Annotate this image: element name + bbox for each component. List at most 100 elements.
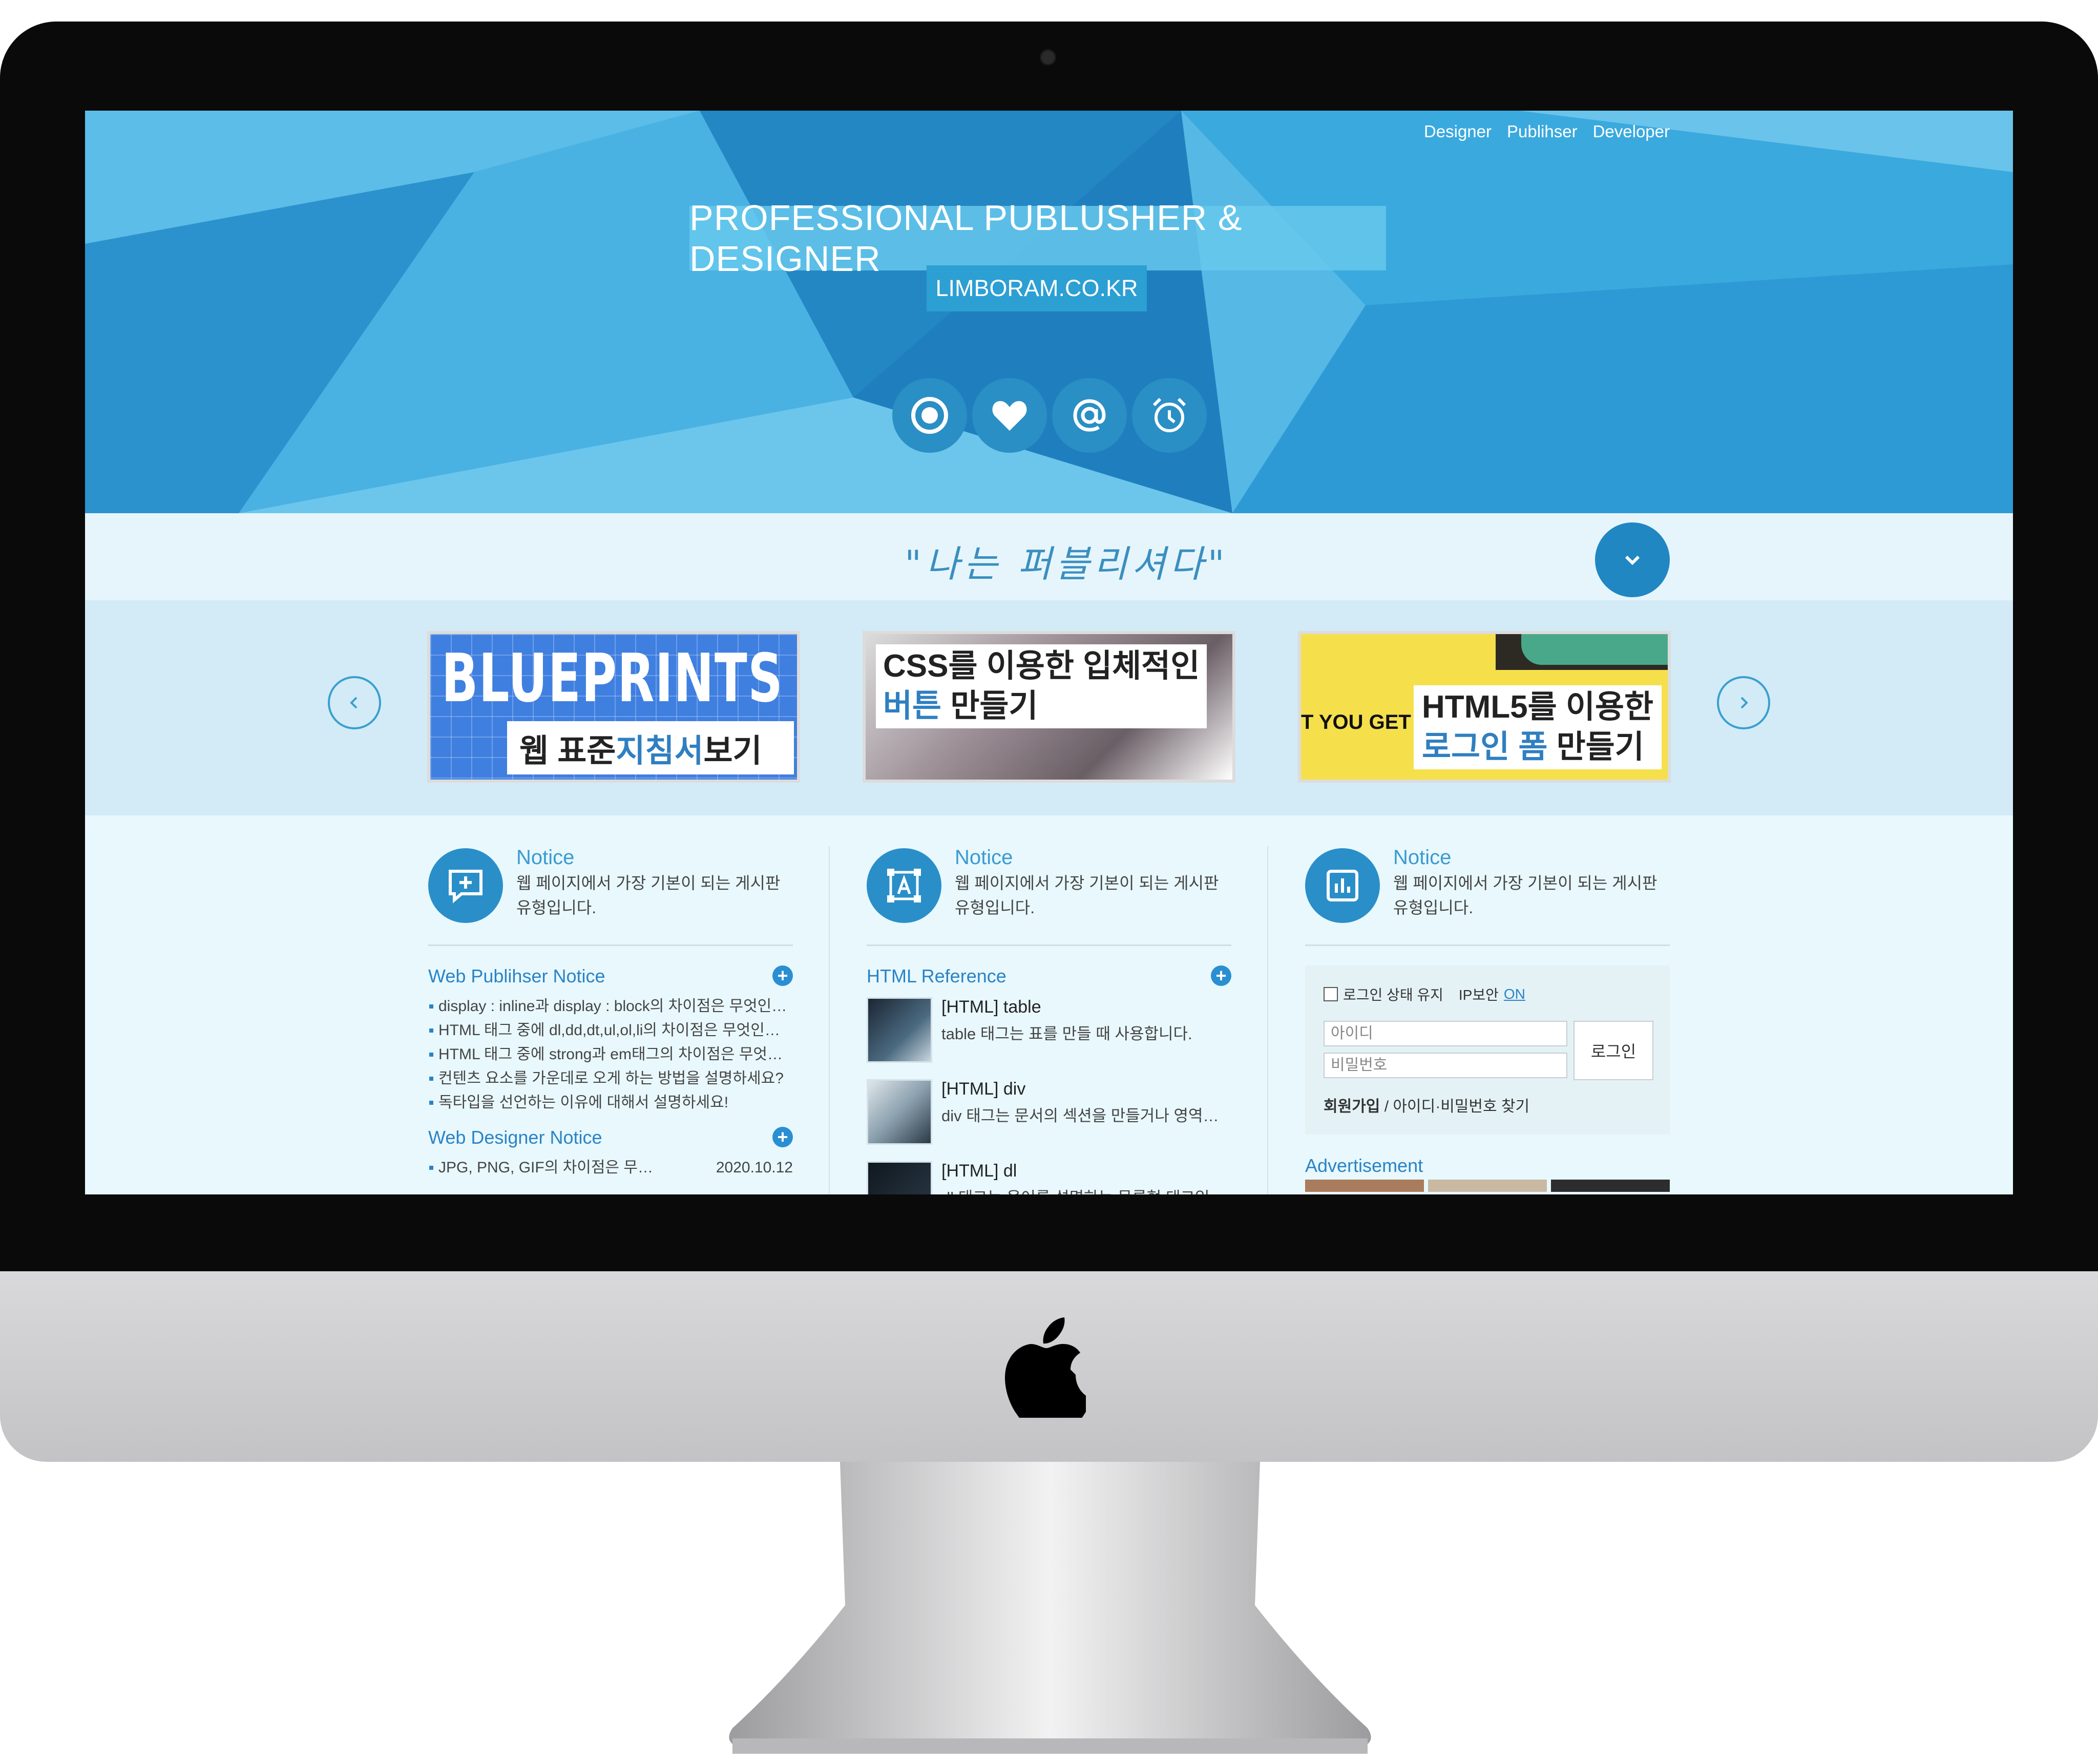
scroll-down-button[interactable] [1595, 522, 1670, 597]
banner-label-blue: 지침서 [616, 733, 704, 769]
banner-css-line1: CSS를 이용한 입체적인 [883, 648, 1200, 684]
banner-html5-line2: 로그인 폼 만들기 [1422, 727, 1653, 767]
target-icon [911, 397, 948, 434]
section-title: Web Designer Notice + [428, 1127, 793, 1151]
banner-html5-line2-blue: 로그인 폼 [1422, 729, 1548, 765]
more-plus-icon[interactable]: + [772, 965, 793, 986]
hero-section: Designer Publihser Developer PROFESSIONA… [85, 111, 2013, 513]
slogan-band: "나는 퍼블리셔다" [85, 513, 2013, 600]
banner-blueprints-label: 웹 표준 지침서 보기 [507, 721, 794, 774]
column-divider [829, 846, 830, 1194]
banner-css-button[interactable]: CSS를 이용한 입체적인 버튼 만들기 [863, 631, 1235, 783]
list-item[interactable]: HTML 태그 중에 strong과 em태그의 차이점은 무엇인가요? [428, 1042, 793, 1066]
find-account-link[interactable]: 아이디·비밀번호 찾기 [1393, 1098, 1529, 1115]
banner-css-label: CSS를 이용한 입체적인 버튼 만들기 [876, 644, 1207, 728]
column-html-reference: Notice 웹 페이지에서 가장 기본이 되는 게시판 유형입니다. HTML… [867, 846, 1233, 1194]
column-head-desc: 웹 페이지에서 가장 기본이 되는 게시판 유형입니다. [955, 874, 1219, 917]
login-links: 회원가입 / 아이디·비밀번호 찾기 [1324, 1094, 1529, 1116]
list-item[interactable]: 컨텐츠 요소를 가운데로 오게 하는 방법을 설명하세요? [428, 1066, 793, 1090]
nav-link-developer[interactable]: Developer [1593, 122, 1670, 141]
keep-login-label: 로그인 상태 유지 [1343, 987, 1443, 1003]
username-field[interactable]: 아이디 [1324, 1021, 1567, 1046]
monitor-stand [729, 1462, 1371, 1754]
column-head: Notice 웹 페이지에서 가장 기본이 되는 게시판 유형입니다. [428, 846, 793, 923]
add-comment-icon [449, 870, 482, 904]
section-title-text: HTML Reference [867, 965, 1006, 986]
ad-thumbnail[interactable] [1428, 1180, 1547, 1192]
slider-prev-button[interactable] [328, 676, 381, 729]
join-link[interactable]: 회원가입 [1324, 1098, 1380, 1115]
ad-thumbnail[interactable] [1551, 1180, 1670, 1192]
login-button[interactable]: 로그인 [1574, 1021, 1653, 1080]
advertisement-title: Advertisement [1305, 1155, 1423, 1176]
alarm-button[interactable] [1132, 378, 1207, 453]
list-item[interactable]: HTML 태그 중에 dl,dd,dt,ul,ol,li의 차이점은 무엇인가요… [428, 1018, 793, 1042]
column-icon [1305, 848, 1380, 923]
browser-screen: Designer Publihser Developer PROFESSIONA… [85, 111, 2013, 1194]
login-options: 로그인 상태 유지 IP보안 ON [1324, 984, 1525, 1004]
ip-security-toggle[interactable]: ON [1504, 986, 1525, 1002]
email-button[interactable] [1052, 378, 1127, 453]
column-head: Notice 웹 페이지에서 가장 기본이 되는 게시판 유형입니다. [1305, 846, 1670, 923]
chevron-left-icon [350, 697, 358, 709]
column-icon [867, 848, 941, 923]
list-item-date: 2020.10.12 [716, 1159, 793, 1176]
text-frame-icon [887, 869, 921, 902]
login-form: 로그인 상태 유지 IP보안 ON 아이디 비밀번호 로그인 회원가입 / 아이… [1305, 965, 1670, 1135]
reference-item[interactable]: [HTML] div div 태그는 문서의 섹션을 만들거나 영역을 나눕니다… [867, 1079, 1233, 1154]
hero-subtitle: LIMBORAM.CO.KR [927, 265, 1147, 311]
banner-slider: BLUEPRINTS 웹 표준 지침서 보기 CSS를 이용한 입체적인 버튼 … [85, 600, 2013, 815]
link-separator: / [1380, 1098, 1393, 1115]
section-title: HTML Reference + [867, 965, 1231, 990]
reference-thumbnail [867, 997, 932, 1063]
list-item[interactable]: display : inline과 display : block의 차이점은 … [428, 994, 793, 1018]
nav-link-publisher[interactable]: Publihser [1507, 122, 1578, 141]
banner-html5-login[interactable]: T YOU GET HTML5를 이용한 로그인 폼 만들기 [1298, 631, 1671, 783]
heart-icon [992, 401, 1027, 431]
heart-button[interactable] [972, 378, 1047, 453]
reference-title: [HTML] table [941, 997, 1041, 1017]
section-title-text: Web Publihser Notice [428, 965, 605, 986]
chevron-down-icon [1625, 555, 1640, 565]
content-section: Notice 웹 페이지에서 가장 기본이 되는 게시판 유형입니다. Web … [85, 815, 2013, 1194]
keep-login-checkbox[interactable] [1324, 987, 1338, 1001]
list-item[interactable]: JPG, PNG, GIF의 차이점은 무엇인가요? 2020.10.12 [428, 1156, 793, 1180]
column-head-desc: 웹 페이지에서 가장 기본이 되는 게시판 유형입니다. [516, 874, 781, 917]
notice-list: display : inline과 display : block의 차이점은 … [428, 994, 793, 1115]
column-head-title: Notice [955, 846, 1013, 869]
divider [428, 944, 793, 946]
banner-css-line2-blue: 버튼 [883, 688, 942, 724]
top-nav: Designer Publihser Developer [1424, 122, 1670, 141]
reference-item[interactable]: [HTML] dl dl 태그는 용어를 설명하는 목록형 태그입니다. [867, 1161, 1233, 1194]
camera-icon [1040, 49, 1056, 66]
reference-desc: div 태그는 문서의 섹션을 만들거나 영역을 나눕니다. [941, 1107, 1233, 1125]
banner-label-rest: 보기 [703, 733, 762, 769]
list-item[interactable]: 독타입을 선언하는 이유에 대해서 설명하세요! [428, 1090, 793, 1115]
advertisement-strip [1305, 1180, 1670, 1192]
hero-background [85, 111, 2013, 513]
reference-item[interactable]: [HTML] table table 태그는 표를 만들 때 사용합니다. [867, 997, 1231, 1072]
more-plus-icon[interactable]: + [1211, 965, 1231, 986]
reference-title: [HTML] div [941, 1079, 1026, 1099]
more-plus-icon[interactable]: + [772, 1127, 793, 1147]
list-item-text: JPG, PNG, GIF의 차이점은 무엇인가요? [438, 1159, 659, 1176]
banner-blueprints[interactable]: BLUEPRINTS 웹 표준 지침서 보기 [427, 631, 800, 783]
at-icon [1073, 399, 1106, 432]
banner-html5-label: HTML5를 이용한 로그인 폼 만들기 [1414, 685, 1662, 769]
banner-label-plain: 웹 표준 [519, 733, 616, 769]
column-head-title: Notice [516, 846, 575, 869]
column-divider [1267, 846, 1268, 1194]
ad-thumbnail[interactable] [1305, 1180, 1424, 1192]
alarm-clock-icon [1152, 397, 1186, 432]
banner-html5-line1: HTML5를 이용한 [1422, 689, 1654, 725]
banner-css-line2-rest: 만들기 [941, 688, 1038, 724]
target-button[interactable] [892, 378, 967, 453]
nav-link-designer[interactable]: Designer [1424, 122, 1492, 141]
slider-next-button[interactable] [1717, 676, 1770, 729]
column-head-desc: 웹 페이지에서 가장 기본이 되는 게시판 유형입니다. [1393, 874, 1658, 917]
section-title: Web Publihser Notice + [428, 965, 793, 990]
password-field[interactable]: 비밀번호 [1324, 1053, 1567, 1078]
reference-title: [HTML] dl [941, 1161, 1017, 1181]
reference-thumbnail [867, 1079, 932, 1145]
banner-css-line2: 버튼 만들기 [883, 686, 1200, 726]
